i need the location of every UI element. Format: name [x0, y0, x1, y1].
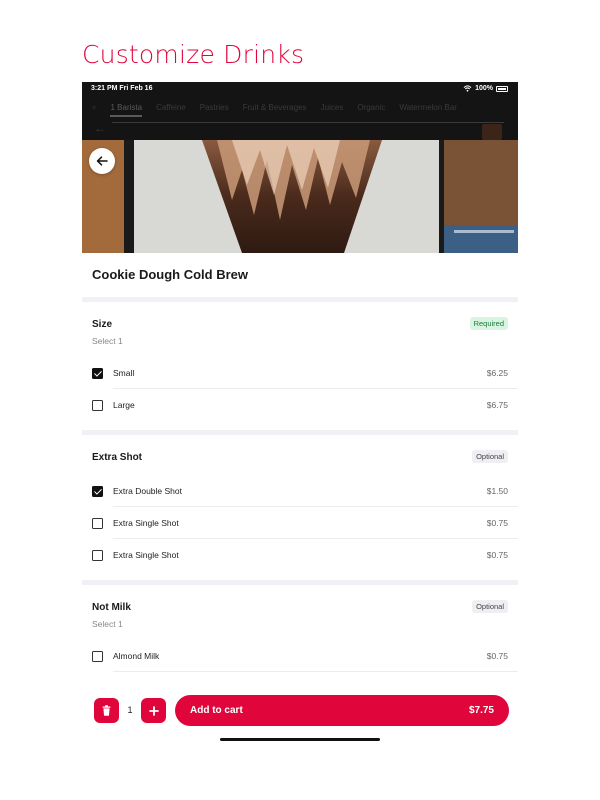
background-thumbnail: [482, 124, 502, 140]
not-milk-section-title: Not Milk: [92, 602, 131, 613]
option-small[interactable]: Small $6.25: [92, 357, 518, 389]
section-divider: [82, 580, 518, 585]
option-price: $0.75: [486, 550, 508, 560]
option-extra-single-shot[interactable]: Extra Single Shot $0.75: [92, 507, 518, 539]
option-label: Large: [113, 400, 135, 410]
size-section-subtitle: Select 1: [92, 336, 123, 346]
option-label: Almond Milk: [113, 651, 160, 661]
back-button[interactable]: [89, 148, 115, 174]
checkbox-checked[interactable]: [92, 485, 103, 497]
option-price: $6.25: [486, 368, 508, 378]
background-tab: Watermelon Bar: [399, 103, 457, 112]
background-divider: [112, 122, 504, 123]
extra-shot-section-title: Extra Shot: [92, 452, 143, 463]
section-divider: [82, 430, 518, 435]
optional-badge: Optional: [472, 600, 508, 613]
battery-percent: 100%: [475, 85, 493, 92]
option-price: $6.75: [486, 400, 508, 410]
checkbox-checked[interactable]: [92, 367, 103, 379]
option-price: $0.75: [486, 651, 508, 661]
bottom-action-bar: 1 Add to cart $7.75: [82, 688, 518, 746]
arrow-left-icon: [96, 156, 108, 166]
tablet-screen: 3:21 PM Fri Feb 16 100% ⌕ 1 Barista Caff…: [82, 82, 518, 746]
option-label: Small: [113, 368, 135, 378]
checkbox-unchecked[interactable]: [92, 549, 103, 561]
option-label: Extra Single Shot: [113, 550, 179, 560]
cart-total: $7.75: [468, 705, 494, 716]
drink-title: Cookie Dough Cold Brew: [92, 267, 248, 282]
option-almond-milk[interactable]: Almond Milk $0.75: [92, 640, 518, 672]
drink-photo-image: [82, 140, 518, 253]
option-extra-double-shot[interactable]: Extra Double Shot $1.50: [92, 475, 518, 507]
not-milk-section-subtitle: Select 1: [92, 619, 123, 629]
background-tab: Juices: [320, 103, 344, 112]
increase-quantity-button[interactable]: [141, 698, 166, 723]
delete-button[interactable]: [94, 698, 119, 723]
checkbox-unchecked[interactable]: [92, 399, 103, 411]
checkbox-unchecked[interactable]: [92, 517, 103, 529]
required-badge: Required: [469, 317, 508, 330]
section-divider: [82, 297, 518, 302]
wifi-icon: [463, 85, 472, 92]
background-tab: Caffeine: [156, 103, 186, 112]
background-search-icon: ⌕: [92, 103, 97, 112]
status-time: 3:21 PM Fri Feb 16: [91, 85, 153, 92]
quantity-value: 1: [127, 705, 133, 715]
background-tab: Pastries: [199, 103, 229, 112]
background-tab: 1 Barista: [110, 103, 143, 117]
page-heading: Customize Drinks: [82, 40, 305, 69]
add-to-cart-button[interactable]: Add to cart $7.75: [175, 695, 509, 726]
background-nav-tabs: ⌕ 1 Barista Caffeine Pastries Fruit & Be…: [92, 103, 457, 117]
checkbox-unchecked[interactable]: [92, 650, 103, 662]
background-tab: Organic: [357, 103, 386, 112]
background-back-icon: ←: [94, 121, 106, 135]
trash-icon: [102, 705, 111, 716]
option-price: $0.75: [486, 518, 508, 528]
option-price: $1.50: [486, 486, 508, 496]
background-tab: Fruit & Beverages: [242, 103, 307, 112]
status-bar: 3:21 PM Fri Feb 16 100% ⌕ 1 Barista Caff…: [82, 82, 518, 140]
status-indicators: 100%: [463, 85, 508, 92]
battery-icon: [496, 85, 508, 92]
home-indicator: [220, 738, 380, 741]
option-label: Extra Double Shot: [113, 486, 182, 496]
add-to-cart-label: Add to cart: [190, 705, 243, 716]
drink-photo: [82, 140, 518, 253]
option-extra-single-shot[interactable]: Extra Single Shot $0.75: [92, 539, 508, 571]
size-section-title: Size: [92, 319, 113, 330]
plus-icon: [148, 705, 159, 716]
option-large[interactable]: Large $6.75: [92, 389, 508, 421]
option-label: Extra Single Shot: [113, 518, 179, 528]
optional-badge: Optional: [472, 450, 508, 463]
